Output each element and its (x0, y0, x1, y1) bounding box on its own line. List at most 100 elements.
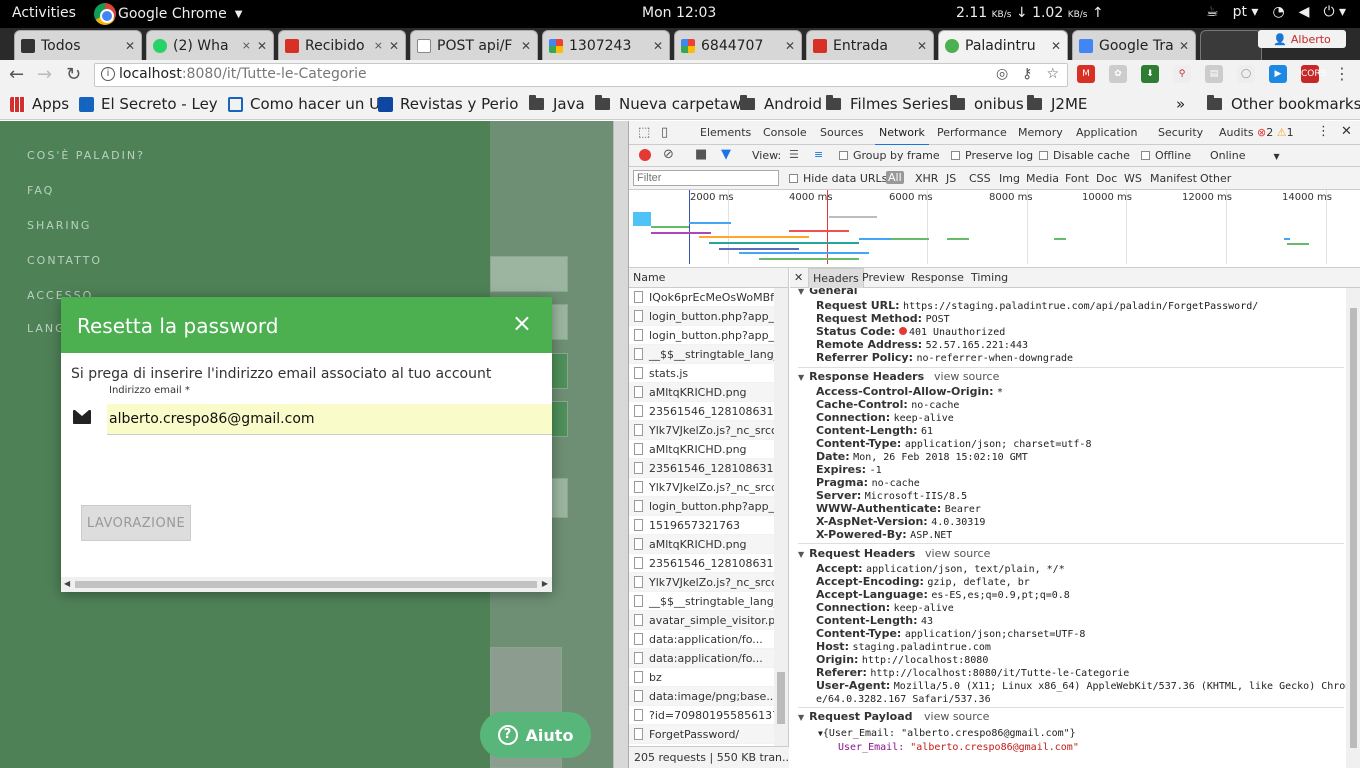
filter-other[interactable]: Other (1200, 172, 1231, 185)
activities-button[interactable]: Activities (12, 5, 76, 21)
request-row[interactable]: data:application/fo... (629, 630, 788, 649)
filter-all[interactable]: All (886, 171, 904, 184)
request-row[interactable]: __$$__stringtable_lang_p (629, 345, 788, 364)
filter-ws[interactable]: WS (1124, 172, 1142, 185)
scroll-thumb[interactable] (75, 581, 537, 588)
clock[interactable]: Mon 12:03 (642, 5, 716, 21)
request-row[interactable]: Ylk7VJkelZo.js?_nc_srcc (629, 421, 788, 440)
request-row[interactable]: aMltqKRICHD.png (629, 535, 788, 554)
filter-css[interactable]: CSS (969, 172, 991, 185)
request-row[interactable]: login_button.php?app_id=... (629, 307, 788, 326)
tab-sources[interactable]: Sources (820, 126, 864, 139)
new-tab-button[interactable] (1200, 30, 1262, 60)
keyboard-language[interactable]: pt ▾ (1233, 4, 1259, 20)
menu-item-contact[interactable]: CONTATTO (27, 254, 102, 267)
tab-6844707[interactable]: 6844707 ✕ (674, 30, 802, 60)
tab-paladintrue[interactable]: Paladintru ✕ (938, 30, 1068, 60)
tab-elements[interactable]: Elements (700, 126, 751, 139)
request-row[interactable]: data:application/fo... (629, 649, 788, 668)
download-extension-icon[interactable]: ⬇ (1141, 65, 1159, 83)
menu-item-sharing[interactable]: SHARING (27, 219, 91, 232)
video-extension-icon[interactable]: ▶ (1269, 65, 1287, 83)
star-icon[interactable]: ☆ (1046, 66, 1059, 82)
request-row[interactable]: Ylk7VJkelZo.js?_nc_srcc (629, 478, 788, 497)
record-icon[interactable] (639, 149, 651, 161)
tab-response[interactable]: Response (911, 271, 964, 284)
request-row[interactable]: aMltqKRICHD.png (629, 440, 788, 459)
extension-box-icon[interactable]: ▤ (1205, 65, 1223, 83)
filter-js[interactable]: JS (946, 172, 956, 185)
tab-recibido[interactable]: Recibido ⨯ ✕ (278, 30, 406, 60)
key-icon[interactable]: ⚷ (1022, 66, 1032, 82)
preserve-log-checkbox[interactable]: Preserve log (951, 149, 1033, 162)
tab-post-api[interactable]: POST api/F ✕ (410, 30, 538, 60)
tab-application[interactable]: Application (1076, 126, 1137, 139)
scroll-right-icon[interactable]: ▶ (542, 579, 548, 588)
bookmark-folder[interactable]: onibus (950, 95, 1024, 113)
scroll-left-icon[interactable]: ◀ (64, 579, 70, 588)
request-row[interactable]: 23561546_12810863119... (629, 459, 788, 478)
disable-cache-checkbox[interactable]: Disable cache (1039, 149, 1130, 162)
bookmark-item[interactable]: Como hacer un U (228, 95, 380, 113)
tab-performance[interactable]: Performance (937, 126, 1007, 139)
close-icon[interactable]: ✕ (257, 39, 267, 53)
group-by-frame-checkbox[interactable]: Group by frame (839, 149, 940, 162)
devtools-menu-icon[interactable]: ⋮ (1317, 124, 1330, 139)
close-detail-icon[interactable]: ✕ (794, 271, 803, 284)
help-button[interactable]: ? Aiuto (480, 712, 591, 758)
bookmark-folder[interactable]: Filmes Series (826, 95, 948, 113)
request-row[interactable]: aMltqKRICHD.png (629, 383, 788, 402)
search-extension-icon[interactable]: ⚲ (1173, 65, 1191, 83)
tab-google-translate[interactable]: Google Tra ✕ (1072, 30, 1196, 60)
scroll-thumb[interactable] (777, 672, 785, 724)
profile-button[interactable]: 👤 Alberto (1258, 30, 1346, 48)
close-icon[interactable]: ✕ (521, 39, 531, 53)
mute-icon[interactable]: ⨯ (242, 39, 251, 52)
request-row[interactable]: stats.js (629, 364, 788, 383)
section-general[interactable]: General (798, 288, 857, 297)
page-scrollbar[interactable] (613, 121, 628, 768)
reload-button[interactable]: ↻ (66, 64, 81, 85)
section-request-payload[interactable]: Request Payload (798, 710, 912, 723)
mute-icon[interactable]: ⨯ (374, 39, 383, 52)
submit-button[interactable]: LAVORAZIONE (81, 505, 191, 541)
close-icon[interactable]: ✕ (917, 39, 927, 53)
cors-extension-icon[interactable]: CORS (1301, 65, 1326, 83)
app-menu[interactable]: Google Chrome ▼ (94, 3, 242, 25)
request-row[interactable]: ForgetPassword/ (629, 725, 788, 744)
location-icon[interactable]: ◎ (996, 66, 1008, 82)
filter-media[interactable]: Media (1026, 172, 1059, 185)
network-overview-timeline[interactable]: 2000 ms 4000 ms 6000 ms 8000 ms 10000 ms… (629, 190, 1360, 268)
address-bar[interactable]: i localhost:8080/it/Tutte-le-Categorie ◎… (94, 63, 1068, 87)
tab-1307243[interactable]: 1307243 ✕ (542, 30, 670, 60)
bookmark-item[interactable]: Revistas y Perio (378, 95, 518, 113)
request-row[interactable]: login_button.php?app_id=... (629, 326, 788, 345)
close-icon[interactable]: ✕ (1051, 39, 1061, 53)
tab-console[interactable]: Console (763, 126, 807, 139)
column-name-header[interactable]: Name (633, 271, 665, 284)
filter-input[interactable] (633, 170, 779, 186)
waterfall-icon[interactable]: ≡ (814, 148, 823, 161)
close-icon[interactable]: ✕ (653, 39, 663, 53)
email-field[interactable] (107, 404, 552, 435)
request-row[interactable]: ?id=709801955856137&e... (629, 706, 788, 725)
tab-memory[interactable]: Memory (1018, 126, 1063, 139)
tab-headers[interactable]: Headers (808, 268, 864, 288)
tab-entrada[interactable]: Entrada ✕ (806, 30, 934, 60)
scroll-thumb[interactable] (1350, 308, 1357, 748)
menu-item-about[interactable]: COS'È PALADIN? (27, 149, 145, 162)
info-icon[interactable]: i (101, 67, 115, 81)
request-row[interactable]: 23561546_12810863119... (629, 402, 788, 421)
payload-object[interactable]: ▼{User_Email: "alberto.crespo86@gmail.co… (818, 728, 1076, 739)
close-icon[interactable]: ✕ (125, 39, 135, 53)
close-icon[interactable]: ✕ (1179, 39, 1189, 53)
offline-checkbox[interactable]: Offline (1141, 149, 1191, 162)
filter-manifest[interactable]: Manifest (1150, 172, 1197, 185)
modal-horizontal-scrollbar[interactable]: ◀ ▶ (61, 577, 552, 592)
clear-icon[interactable]: ⊘ (663, 147, 674, 162)
filter-font[interactable]: Font (1065, 172, 1089, 185)
request-list-scrollbar[interactable] (774, 288, 788, 746)
camera-icon[interactable]: ■ (695, 147, 707, 162)
back-button[interactable]: ← (9, 64, 24, 85)
bookmark-folder[interactable]: Java (529, 95, 585, 113)
